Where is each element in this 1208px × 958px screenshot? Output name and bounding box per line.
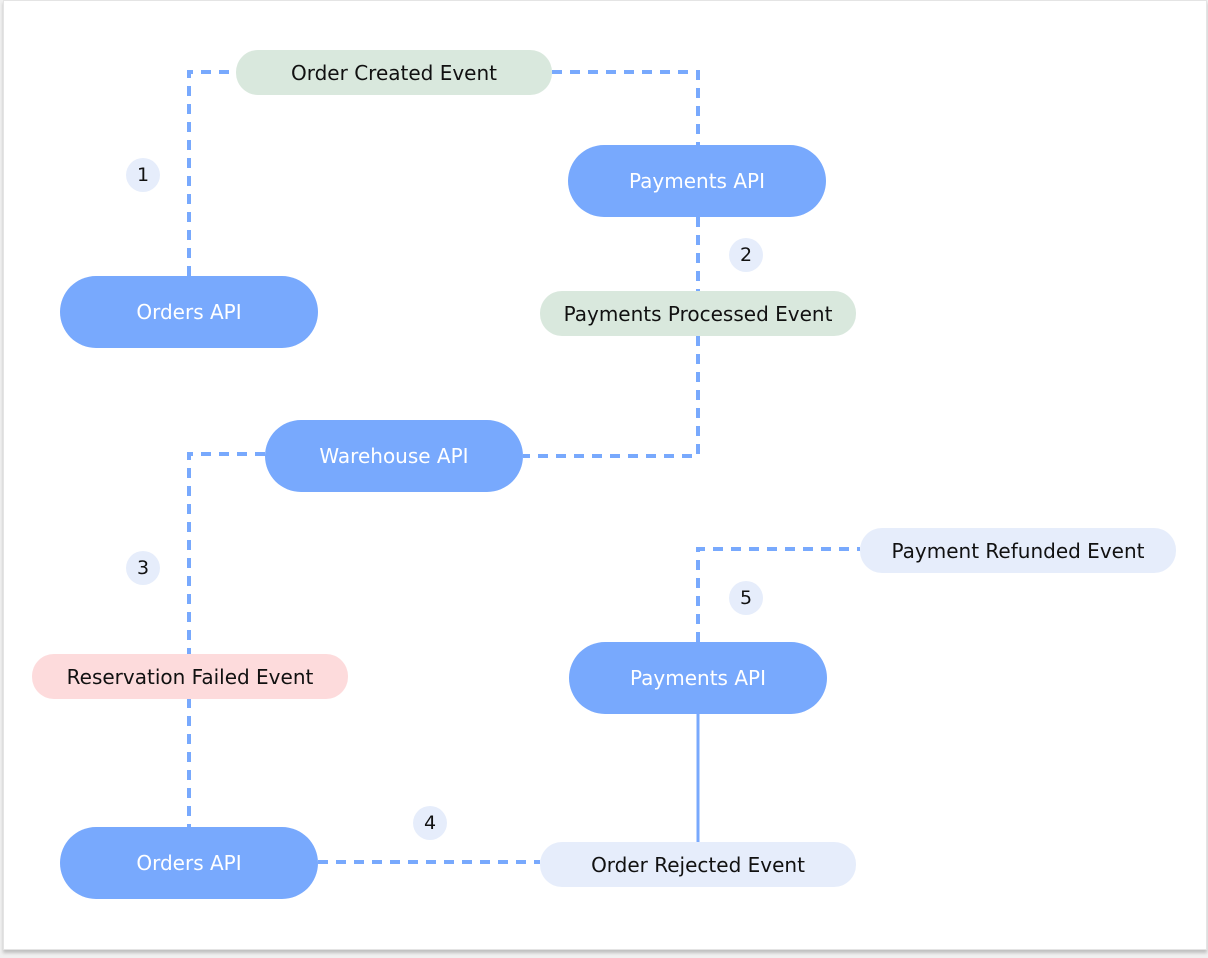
step-badge-2: 2 [729, 238, 763, 272]
payments-api-node-2: Payments API [569, 642, 827, 714]
orders-api-node: Orders API [60, 276, 318, 348]
connector-processed-to-warehouse [523, 336, 700, 458]
payments-api-node: Payments API [568, 145, 826, 217]
connector-warehouse-to-reservation-failed [187, 452, 265, 654]
reservation-failed-event-node: Reservation Failed Event [32, 654, 348, 699]
step-badge-1: 1 [126, 158, 160, 192]
order-created-event-node: Order Created Event [236, 50, 552, 95]
order-rejected-event-node: Order Rejected Event [540, 842, 856, 887]
step-badge-3: 3 [126, 551, 160, 585]
payment-refunded-event-node: Payment Refunded Event [860, 528, 1176, 573]
payments-processed-event-node: Payments Processed Event [540, 291, 856, 336]
orders-api-node-2: Orders API [60, 827, 318, 899]
connectors [187, 70, 860, 864]
connector-order-created-to-payments [552, 70, 700, 145]
connector-orders-to-order-created [187, 70, 236, 276]
step-badge-5: 5 [729, 581, 763, 615]
warehouse-api-node: Warehouse API [265, 420, 523, 492]
connector-payments-to-refunded [696, 547, 860, 642]
step-badge-4: 4 [413, 806, 447, 840]
